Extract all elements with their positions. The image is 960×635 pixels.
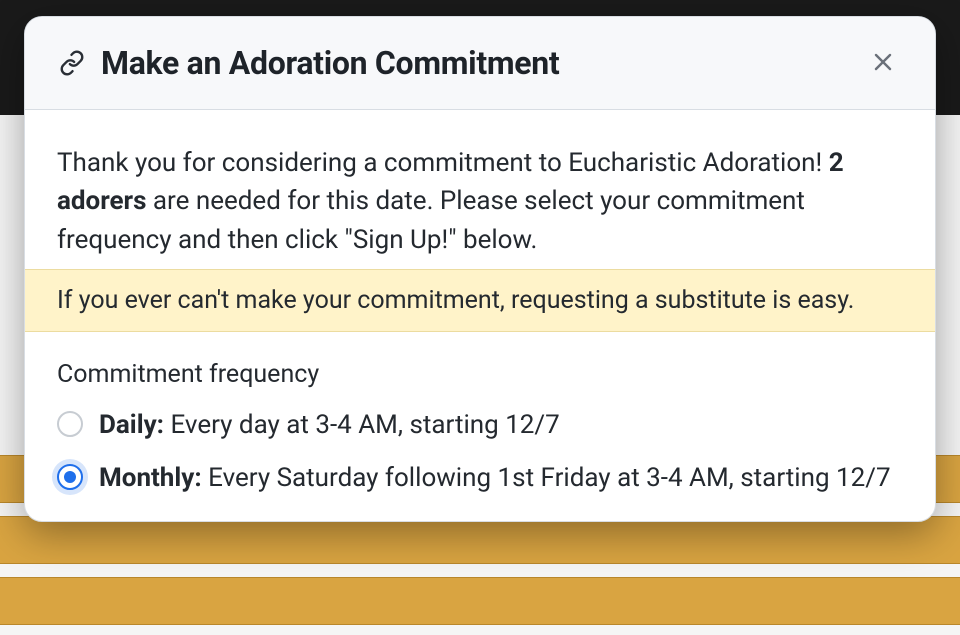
radio-daily[interactable] [57,411,83,437]
modal-header: Make an Adoration Commitment [25,17,935,110]
intro-text: Thank you for considering a commitment t… [57,144,903,259]
radio-monthly[interactable] [57,464,83,490]
frequency-option-label: Daily: Every day at 3-4 AM, starting 12/… [99,407,560,444]
modal-title: Make an Adoration Commitment [101,44,559,82]
frequency-label: Commitment frequency [57,360,903,389]
frequency-option-daily[interactable]: Daily: Every day at 3-4 AM, starting 12/… [57,407,903,444]
substitute-banner: If you ever can't make your commitment, … [25,269,935,332]
frequency-section: Commitment frequency Daily: Every day at… [25,332,935,521]
frequency-option-monthly[interactable]: Monthly: Every Saturday following 1st Fr… [57,460,903,497]
frequency-option-label: Monthly: Every Saturday following 1st Fr… [99,460,891,497]
modal-intro-section: Thank you for considering a commitment t… [25,110,935,269]
close-icon [871,50,895,77]
close-button[interactable] [863,43,903,83]
link-icon [57,48,87,78]
commitment-modal: Make an Adoration Commitment Thank you f… [24,16,936,522]
